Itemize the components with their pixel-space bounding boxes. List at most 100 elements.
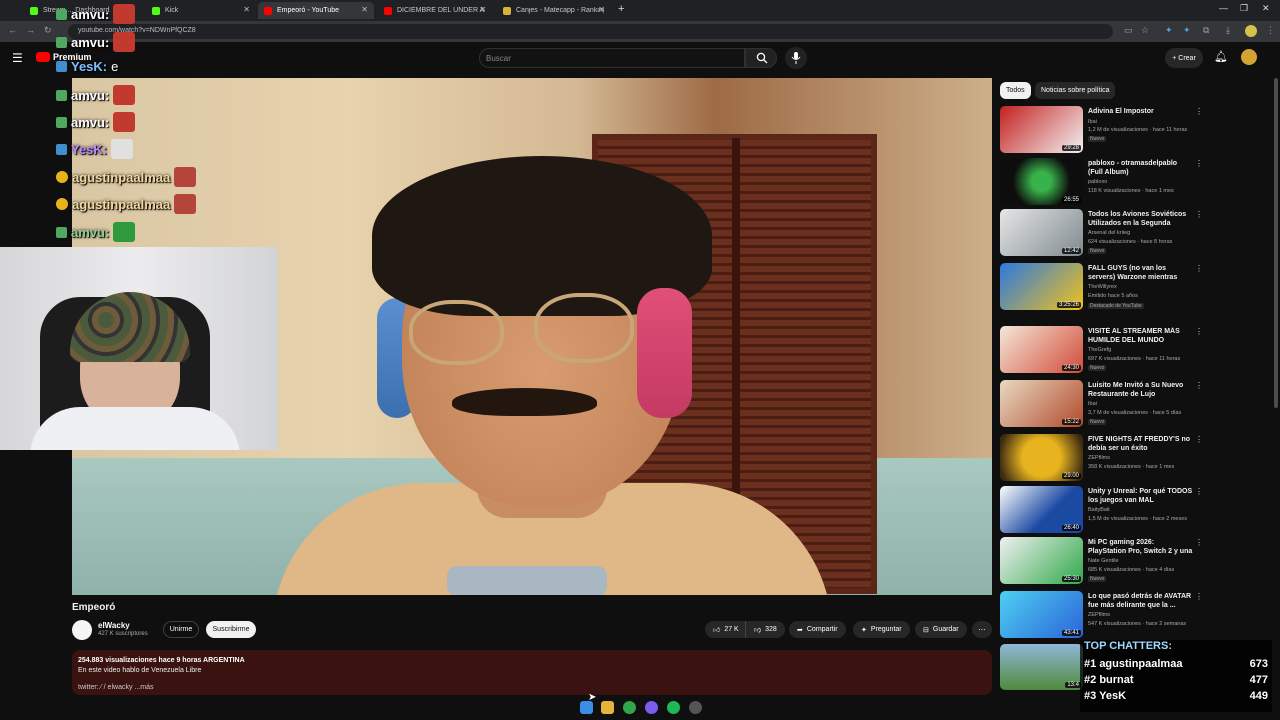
like-button[interactable]: 👍︎ 27 K <box>705 621 745 638</box>
chat-badge-icon <box>56 36 67 48</box>
more-vert-icon[interactable]: ⋮ <box>1195 264 1203 273</box>
discord-icon[interactable] <box>645 701 658 714</box>
back-icon[interactable]: ← <box>8 25 17 35</box>
video-duration: 3:25:26 <box>1056 302 1081 308</box>
more-vert-icon[interactable]: ⋮ <box>1195 381 1203 390</box>
share-button[interactable]: ➦ Compartir <box>789 621 846 638</box>
video-description[interactable]: 254.883 visualizaciones hace 9 horas ARG… <box>72 650 992 695</box>
extension-icon[interactable]: ✦ <box>1183 25 1191 36</box>
search-input[interactable]: Buscar <box>479 48 745 68</box>
forward-icon[interactable]: → <box>26 25 35 35</box>
create-button[interactable]: + Crear <box>1165 48 1203 68</box>
account-avatar[interactable] <box>1241 49 1257 65</box>
recommendation-thumbnail[interactable]: 26:40 <box>1000 486 1083 533</box>
save-button[interactable]: ⊟ Guardar <box>915 621 967 638</box>
recommendation-thumbnail[interactable]: 13:4 <box>1000 644 1083 690</box>
chat-message: amvu: <box>56 222 136 242</box>
video-headphone-right <box>637 288 692 418</box>
bookmark-star-icon[interactable]: ☆ <box>1141 25 1149 36</box>
recommendation-title[interactable]: Luisito Me Invitó a Su Nuevo Restaurante… <box>1088 381 1193 399</box>
profile-avatar[interactable] <box>1245 25 1257 37</box>
recommendation-title[interactable]: FIVE NIGHTS AT FREDDY'S no debía ser un … <box>1088 435 1193 453</box>
recommendation-item[interactable]: 12:42 Todos los Aviones Soviéticos Utili… <box>1000 209 1203 259</box>
recommendation-item[interactable]: 15:22 Luisito Me Invitó a Su Nuevo Resta… <box>1000 380 1203 430</box>
tab-canjes[interactable]: Canjes - Matecapp - Ranking y... ✕ <box>497 2 611 19</box>
subscriber-count: 427 K suscriptores <box>98 631 148 637</box>
maximize-icon[interactable]: ❐ <box>1240 3 1248 14</box>
recommendation-channel: Nate Gentile <box>1088 558 1119 564</box>
downloads-icon[interactable]: ⤓ <box>1226 25 1230 36</box>
recommendation-item[interactable]: 29:28 Adivina El Impostor Ibai 1,2 M de … <box>1000 106 1203 156</box>
reload-icon[interactable]: ↻ <box>44 25 52 36</box>
chat-username: YesK: <box>71 141 108 157</box>
more-vert-icon[interactable]: ⋮ <box>1195 210 1203 219</box>
chrome-icon[interactable] <box>623 701 636 714</box>
recommendation-item[interactable]: 3:25:26 FALL GUYS (no van los servers) W… <box>1000 263 1203 313</box>
extensions-puzzle-icon[interactable]: ⧉ <box>1203 25 1209 36</box>
browser-menu-icon[interactable]: ⋮ <box>1266 25 1275 36</box>
close-tab-icon[interactable]: ✕ <box>598 5 605 14</box>
cast-icon[interactable]: ▭ <box>1124 25 1133 36</box>
recommendation-thumbnail[interactable]: 3:25:26 <box>1000 263 1083 310</box>
more-vert-icon[interactable]: ⋮ <box>1195 592 1203 601</box>
description-text: En este video hablo de Venezuela Libre <box>78 667 202 674</box>
recommendation-thumbnail[interactable]: 29:00 <box>1000 434 1083 481</box>
hamburger-menu-icon[interactable]: ☰ <box>12 51 23 65</box>
more-vert-icon[interactable]: ⋮ <box>1195 538 1203 547</box>
close-window-icon[interactable]: ✕ <box>1262 3 1270 14</box>
more-vert-icon[interactable]: ⋮ <box>1195 435 1203 444</box>
dislike-button[interactable]: 👎︎ 328 <box>745 621 785 638</box>
chip-politica[interactable]: Noticias sobre política <box>1035 82 1116 99</box>
more-vert-icon[interactable]: ⋮ <box>1195 159 1203 168</box>
spotify-icon[interactable] <box>667 701 680 714</box>
search-button[interactable] <box>745 48 777 68</box>
recommendation-title[interactable]: Lo que pasó detrás de AVATAR fue más del… <box>1088 592 1193 610</box>
recommendation-thumbnail[interactable]: 12:42 <box>1000 209 1083 256</box>
new-tab-button[interactable]: + <box>618 3 624 15</box>
recommendation-thumbnail[interactable]: 43:41 <box>1000 591 1083 638</box>
obs-icon[interactable] <box>689 701 702 714</box>
recommendation-channel: ZEPfilms <box>1088 612 1110 618</box>
channel-avatar[interactable] <box>72 620 92 640</box>
recommendation-thumbnail[interactable]: 29:28 <box>1000 106 1083 153</box>
recommendation-item[interactable]: 43:41 Lo que pasó detrás de AVATAR fue m… <box>1000 591 1203 641</box>
recommendation-title[interactable]: Adivina El Impostor <box>1088 107 1193 116</box>
description-links[interactable]: twitter: ⁄ / elwacky ...más <box>78 684 986 691</box>
join-button[interactable]: Unirme <box>163 621 199 638</box>
notifications-bell-icon[interactable]: 🔔︎ <box>1214 50 1228 63</box>
recommendation-title[interactable]: Mi PC gaming 2026: PlayStation Pro, Swit… <box>1088 538 1193 557</box>
recommendation-item[interactable]: 26:40 Unity y Unreal: Por qué TODOS los … <box>1000 486 1203 536</box>
minimize-icon[interactable]: — <box>1219 3 1228 13</box>
ask-button[interactable]: ✦ Preguntar <box>853 621 910 638</box>
recommendation-title[interactable]: Unity y Unreal: Por qué TODOS los juegos… <box>1088 487 1193 505</box>
recommendation-thumbnail[interactable]: 15:22 <box>1000 380 1083 427</box>
recommendation-title[interactable]: pabloxo - otramasdelpablo (Full Album) <box>1088 159 1193 177</box>
recommendation-thumbnail[interactable]: 26:55 <box>1000 158 1083 205</box>
more-vert-icon[interactable]: ⋮ <box>1195 327 1203 336</box>
recommendation-channel: pabloxo <box>1088 179 1108 185</box>
subscribe-button[interactable]: Suscribirme <box>206 621 256 638</box>
recommendation-item[interactable]: 25:30 Mi PC gaming 2026: PlayStation Pro… <box>1000 537 1203 587</box>
recommendation-title[interactable]: Todos los Aviones Soviéticos Utilizados … <box>1088 210 1193 229</box>
chip-todos[interactable]: Todos <box>1000 82 1031 99</box>
plus-icon: + <box>1172 54 1177 62</box>
voice-search-button[interactable] <box>785 47 807 69</box>
tab-diciembre[interactable]: DICIEMBRE DEL UNDER ARGEN... ✕ <box>378 2 492 19</box>
more-vert-icon[interactable]: ⋮ <box>1195 487 1203 496</box>
recommendation-thumbnail[interactable]: 25:30 <box>1000 537 1083 584</box>
extension-icon[interactable]: ✦ <box>1165 25 1173 36</box>
close-tab-icon[interactable]: ✕ <box>361 5 368 14</box>
recommendation-thumbnail[interactable]: 24:30 <box>1000 326 1083 373</box>
more-actions-button[interactable]: ⋯ <box>972 621 992 638</box>
page-scrollbar[interactable] <box>1274 78 1278 408</box>
close-tab-icon[interactable]: ✕ <box>479 5 486 14</box>
file-explorer-icon[interactable] <box>601 701 614 714</box>
channel-name[interactable]: elWacky <box>98 621 130 630</box>
recommendation-title[interactable]: VISITÉ AL STREAMER MÁS HUMILDE DEL MUNDO <box>1088 327 1193 345</box>
more-vert-icon[interactable]: ⋮ <box>1195 107 1203 116</box>
recommendation-item[interactable]: 24:30 VISITÉ AL STREAMER MÁS HUMILDE DEL… <box>1000 326 1203 376</box>
recommendation-item[interactable]: 26:55 pabloxo - otramasdelpablo (Full Al… <box>1000 158 1203 208</box>
chat-badge-icon <box>56 61 67 72</box>
recommendation-item[interactable]: 29:00 FIVE NIGHTS AT FREDDY'S no debía s… <box>1000 434 1203 484</box>
recommendation-title[interactable]: FALL GUYS (no van los servers) Warzone m… <box>1088 264 1193 283</box>
